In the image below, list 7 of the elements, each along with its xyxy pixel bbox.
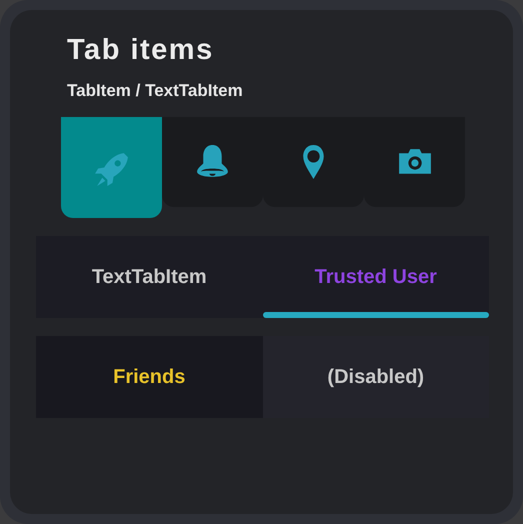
text-tab[interactable]: Friends [36,336,262,418]
page-title: Tab items [67,34,215,67]
text-tab[interactable]: TextTabItem [36,236,262,318]
icon-tab[interactable] [364,117,465,207]
icon-tab[interactable] [162,117,263,207]
subtitle: TabItem / TextTabItem [67,81,244,101]
text-tab[interactable]: (Disabled) [262,336,489,418]
